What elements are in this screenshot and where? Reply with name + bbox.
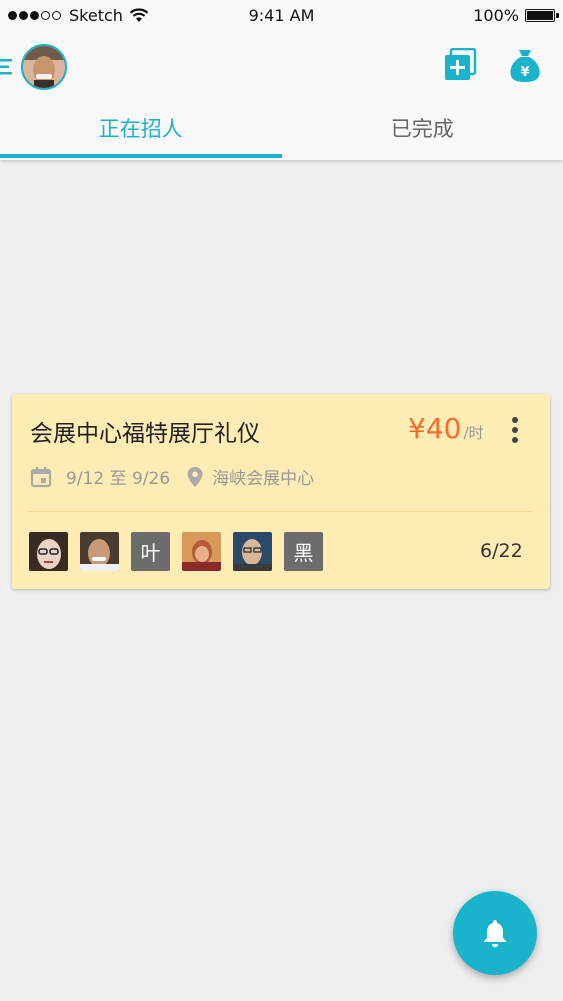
member-list: 叶 黑 (29, 532, 335, 571)
calendar-icon (30, 466, 52, 487)
bell-icon (484, 920, 506, 947)
tab-recruiting[interactable]: 正在招人 (0, 112, 282, 160)
job-card[interactable]: 会展中心福特展厅礼仪 ¥40 /时 9/12 至 9/26 海峡会展中心 叶 黑… (12, 394, 550, 589)
member-count: 6/22 (480, 540, 523, 562)
member-name-badge[interactable]: 黑 (284, 532, 323, 571)
price-value: ¥40 (408, 412, 462, 445)
more-options-icon[interactable] (505, 416, 525, 444)
job-price: ¥40 /时 (408, 412, 484, 445)
location: 海峡会展中心 (212, 469, 315, 489)
notification-button[interactable] (453, 891, 537, 975)
status-battery-group: 100% (473, 6, 559, 25)
job-meta: 9/12 至 9/26 海峡会展中心 (30, 464, 314, 489)
app-header: ¥ 正在招人 已完成 (0, 32, 563, 160)
menu-icon[interactable] (0, 58, 14, 76)
battery-icon (525, 9, 559, 22)
avatar[interactable] (21, 44, 67, 90)
member-name-badge[interactable]: 叶 (131, 532, 170, 571)
member-photo-2[interactable] (80, 532, 119, 571)
battery-percent: 100% (473, 6, 519, 25)
member-photo-3[interactable] (182, 532, 221, 571)
member-photo-4[interactable] (233, 532, 272, 571)
money-bag-icon[interactable]: ¥ (508, 46, 542, 84)
tab-completed[interactable]: 已完成 (282, 112, 563, 160)
job-title: 会展中心福特展厅礼仪 (30, 421, 260, 447)
tab-bar: 正在招人 已完成 (0, 112, 563, 160)
svg-text:¥: ¥ (520, 65, 529, 80)
location-pin-icon (187, 466, 203, 487)
date-range: 9/12 至 9/26 (66, 469, 171, 489)
price-unit: /时 (463, 424, 484, 442)
status-bar: Sketch 9:41 AM 100% (0, 0, 563, 32)
member-photo-1[interactable] (29, 532, 68, 571)
tab-indicator (0, 154, 282, 158)
add-post-icon[interactable] (443, 48, 477, 82)
card-divider (28, 511, 532, 512)
